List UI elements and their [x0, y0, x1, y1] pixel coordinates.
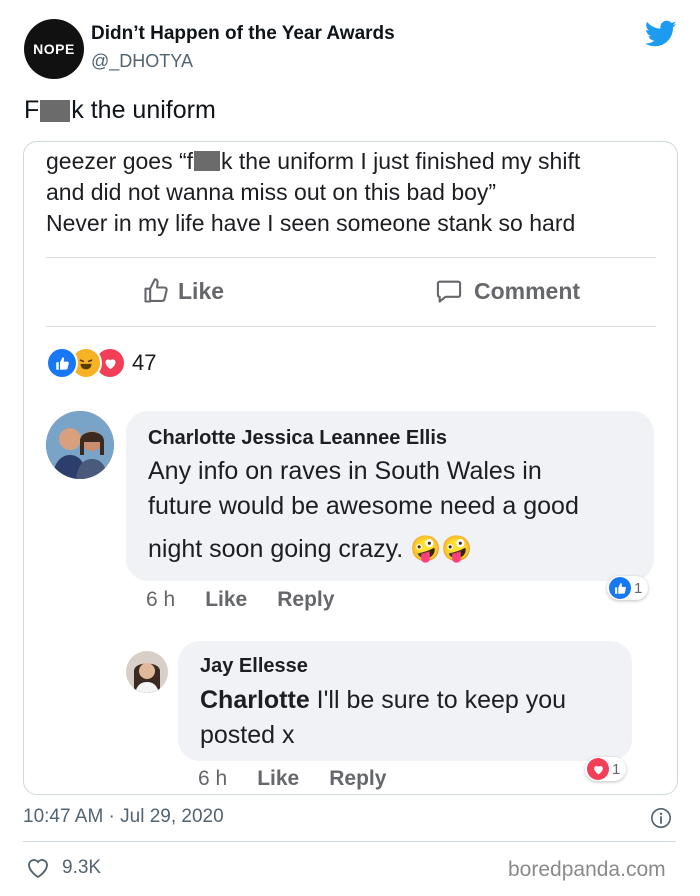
like-reaction-icon [46, 347, 78, 379]
love-reaction-icon [587, 758, 609, 780]
post-line-2: and did not wanna miss out on this bad b… [46, 179, 497, 205]
thumbs-up-icon [144, 278, 168, 303]
comment-meta: 6 h Like Reply [146, 588, 364, 612]
divider [23, 841, 676, 842]
divider [46, 257, 656, 258]
commenter-avatar[interactable] [126, 651, 168, 693]
embedded-screenshot[interactable]: geezer goes “f k the uniform I just finis… [23, 141, 678, 795]
account-handle[interactable]: @_DHOTYA [91, 51, 193, 72]
account-name[interactable]: Didn’t Happen of the Year Awards [91, 23, 395, 45]
heart-icon [28, 859, 48, 879]
like-count: 9.3K [62, 857, 102, 878]
comment-time[interactable]: 6 h [198, 767, 227, 791]
info-icon[interactable] [650, 807, 672, 829]
comment-reply-button[interactable]: Reply [329, 767, 386, 791]
commenter-name[interactable]: Jay Ellesse [200, 655, 308, 678]
mention-link[interactable]: Charlotte [200, 686, 310, 714]
post-line-3: Never in my life have I seen someone sta… [46, 210, 576, 236]
account-avatar[interactable]: NOPE [24, 19, 84, 79]
commenter-name[interactable]: Charlotte Jessica Leannee Ellis [148, 427, 447, 450]
reaction-summary[interactable]: 47 [46, 347, 156, 379]
twitter-bird-icon [645, 20, 677, 47]
watermark: boredpanda.com [508, 858, 666, 881]
comment-like-button[interactable]: Like [257, 767, 299, 791]
like-reaction-icon [609, 577, 631, 599]
commenter-avatar[interactable] [46, 411, 114, 479]
reply-meta: 6 h Like Reply [198, 767, 416, 791]
reaction-count: 47 [132, 350, 157, 375]
reply-text: Charlotte I'll be sure to keep you poste… [200, 686, 567, 749]
censor-block [40, 99, 71, 122]
comment-like-button[interactable]: Like [205, 588, 247, 612]
reply-reactions[interactable]: 1 [585, 757, 627, 781]
reply-bubble: Jay Ellesse Charlotte I'll be sure to ke… [178, 641, 632, 761]
comment-reply-button[interactable]: Reply [277, 588, 334, 612]
divider [46, 326, 656, 327]
tweet-text: Fk the uniform [24, 96, 216, 125]
comment-time[interactable]: 6 h [146, 588, 175, 612]
tweet-text-start: F [24, 96, 40, 124]
comment-bubble-icon [436, 280, 462, 303]
comment-reactions[interactable]: 1 [607, 576, 649, 600]
post-like-button[interactable]: Like [142, 277, 224, 305]
post-comment-button[interactable]: Comment [434, 277, 580, 305]
comment-text: Any info on raves in South Wales in futu… [148, 457, 579, 563]
tweet-like-button[interactable]: 9.3K [26, 857, 101, 879]
post-line-1: geezer goes “f k the uniform I just finis… [46, 148, 581, 174]
censor-block [194, 151, 221, 171]
tweet-text-end: k the uniform [71, 96, 216, 124]
comment-bubble: Charlotte Jessica Leannee Ellis Any info… [126, 411, 654, 581]
tweet-timestamp[interactable]: 10:47 AM · Jul 29, 2020 [23, 806, 224, 828]
